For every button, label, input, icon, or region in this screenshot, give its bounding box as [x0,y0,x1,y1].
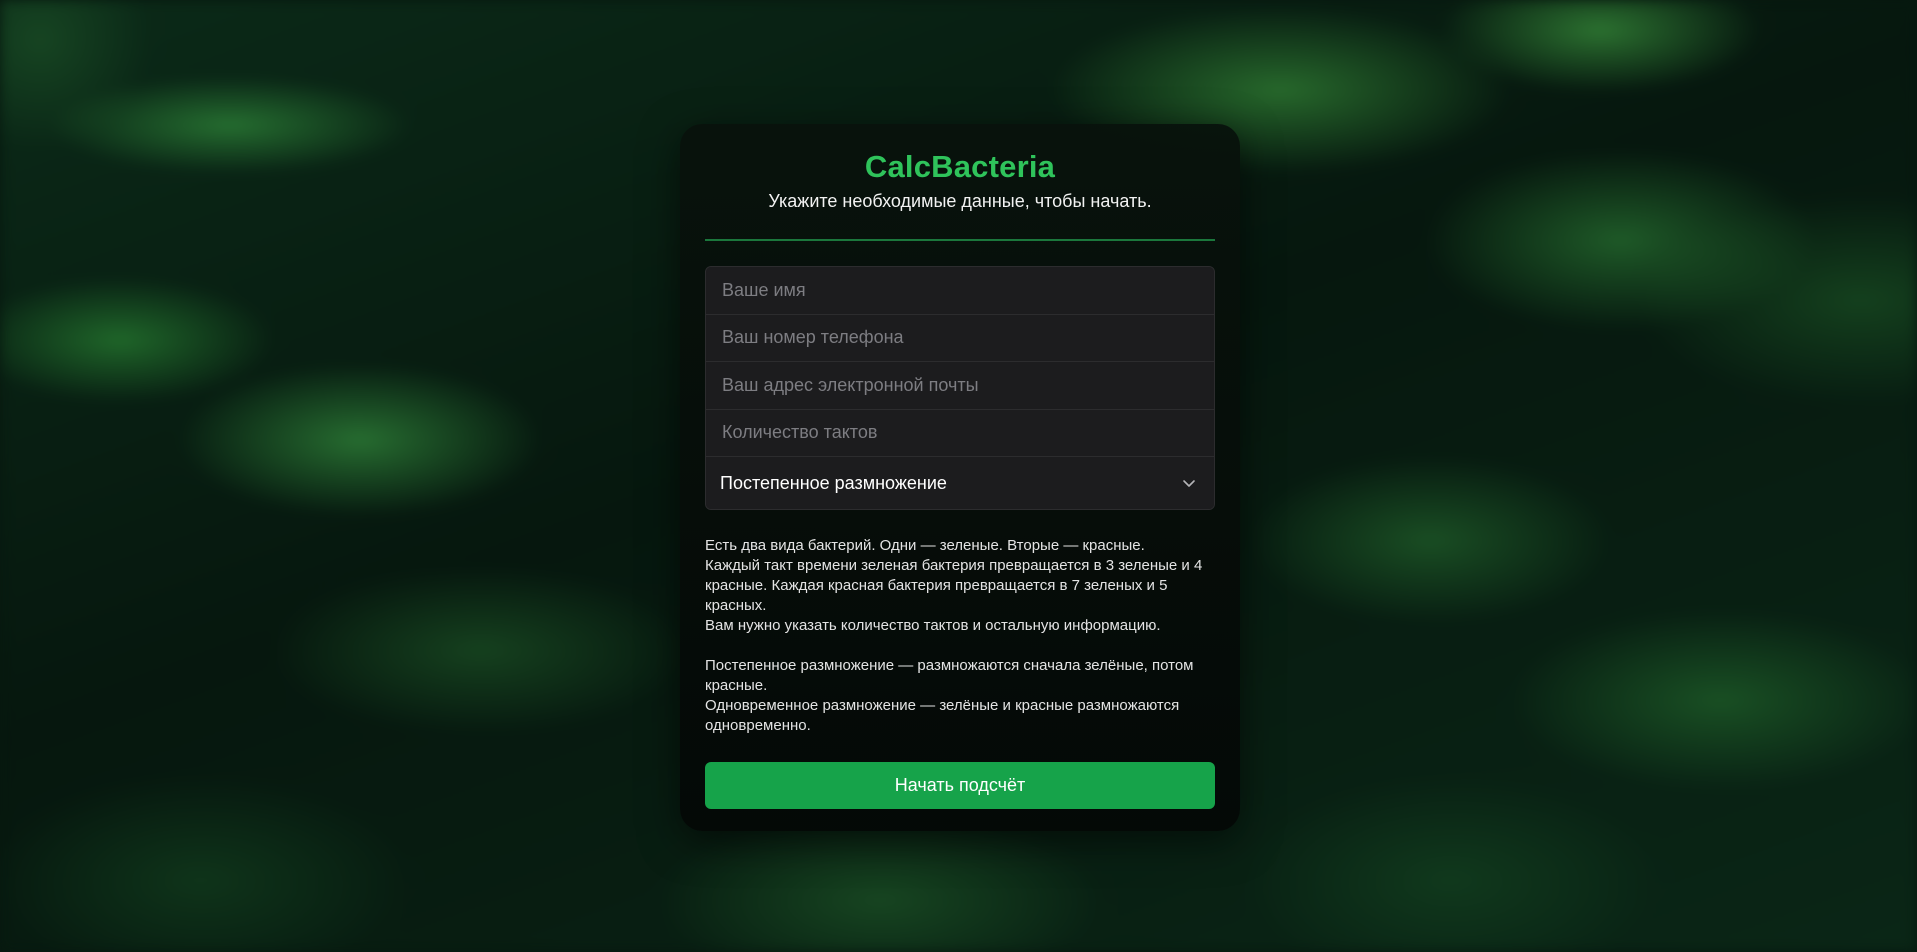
description-line: Есть два вида бактерий. Одни — зеленые. … [705,537,1145,554]
ticks-input[interactable] [706,409,1214,457]
description-text: Есть два вида бактерий. Одни — зеленые. … [705,536,1215,736]
chevron-down-icon [1183,480,1195,487]
description-line: Вам нужно указать количество тактов и ос… [705,617,1161,634]
description-line: Одновременное размножение — зелёные и кр… [705,697,1180,734]
name-input[interactable] [706,267,1214,315]
divider [705,239,1215,241]
description-line: Каждый такт времени зеленая бактерия пре… [705,557,1203,614]
app-subtitle: Укажите необходимые данные, чтобы начать… [768,191,1152,211]
description-line: Постепенное размножение — размножаются с… [705,657,1194,694]
mode-select-value: Постепенное размножение [720,472,947,493]
mode-select[interactable]: Постепенное размножение [706,457,1214,509]
start-calculation-button[interactable]: Начать подсчёт [705,762,1215,809]
form-card: CalcBacteria Укажите необходимые данные,… [680,124,1240,831]
phone-input[interactable] [706,314,1214,362]
input-group: Постепенное размножение [705,266,1215,510]
app-title: CalcBacteria [864,149,1056,184]
email-input[interactable] [706,362,1214,410]
